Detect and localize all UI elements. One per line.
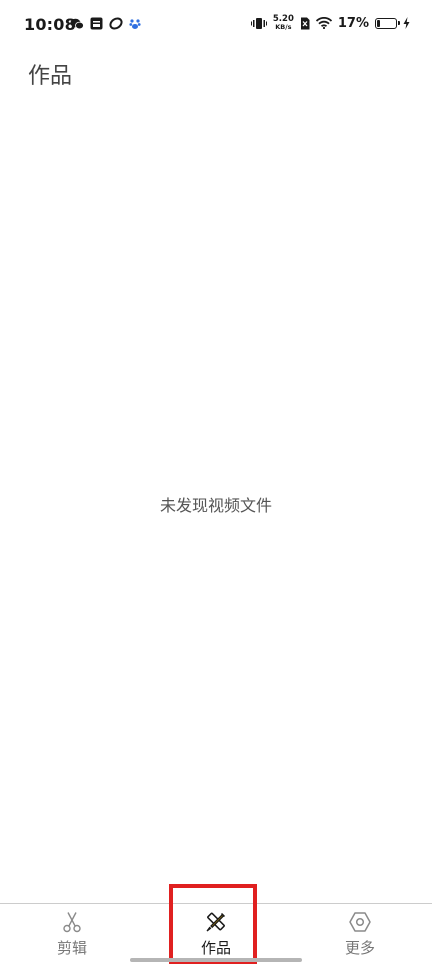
network-speed: 5.20 KB/s <box>273 15 294 31</box>
nav-item-works[interactable]: 作品 <box>144 904 288 964</box>
nav-label-works: 作品 <box>200 939 231 957</box>
nav-label-edit: 剪辑 <box>56 939 87 957</box>
network-speed-value: 5.20 <box>272 14 294 24</box>
battery-percent: 17% <box>337 15 369 31</box>
nav-label-more: 更多 <box>344 939 375 957</box>
no-sim-icon <box>300 17 310 29</box>
empty-state-message: 未发现视频文件 <box>159 496 272 515</box>
page-title: 作品 <box>28 64 73 89</box>
battery-level-fill <box>377 19 380 27</box>
wechat-icon <box>70 18 84 29</box>
system-status: 5.20 KB/s 17% <box>250 15 410 31</box>
baidu-paw-icon <box>129 18 141 29</box>
status-bar: 10:08 5.20 KB/s 17% <box>0 0 432 50</box>
notification-icons <box>70 17 141 30</box>
bottom-navigation: 剪辑 作品 更多 <box>0 903 432 964</box>
pencil-ruler-icon <box>206 912 226 932</box>
nav-item-more[interactable]: 更多 <box>288 904 432 964</box>
hexagon-settings-icon <box>349 912 371 932</box>
nav-item-edit[interactable]: 剪辑 <box>0 904 144 964</box>
link-icon <box>109 17 123 30</box>
battery-icon <box>375 17 400 29</box>
status-time: 10:08 <box>24 15 76 34</box>
inbox-icon <box>90 17 103 30</box>
wifi-icon <box>315 17 332 29</box>
charging-bolt-icon <box>403 17 410 29</box>
network-speed-unit: KB/s <box>275 23 292 31</box>
home-indicator[interactable] <box>130 958 302 962</box>
vibrate-icon <box>250 17 267 29</box>
scissors-icon <box>63 912 81 933</box>
